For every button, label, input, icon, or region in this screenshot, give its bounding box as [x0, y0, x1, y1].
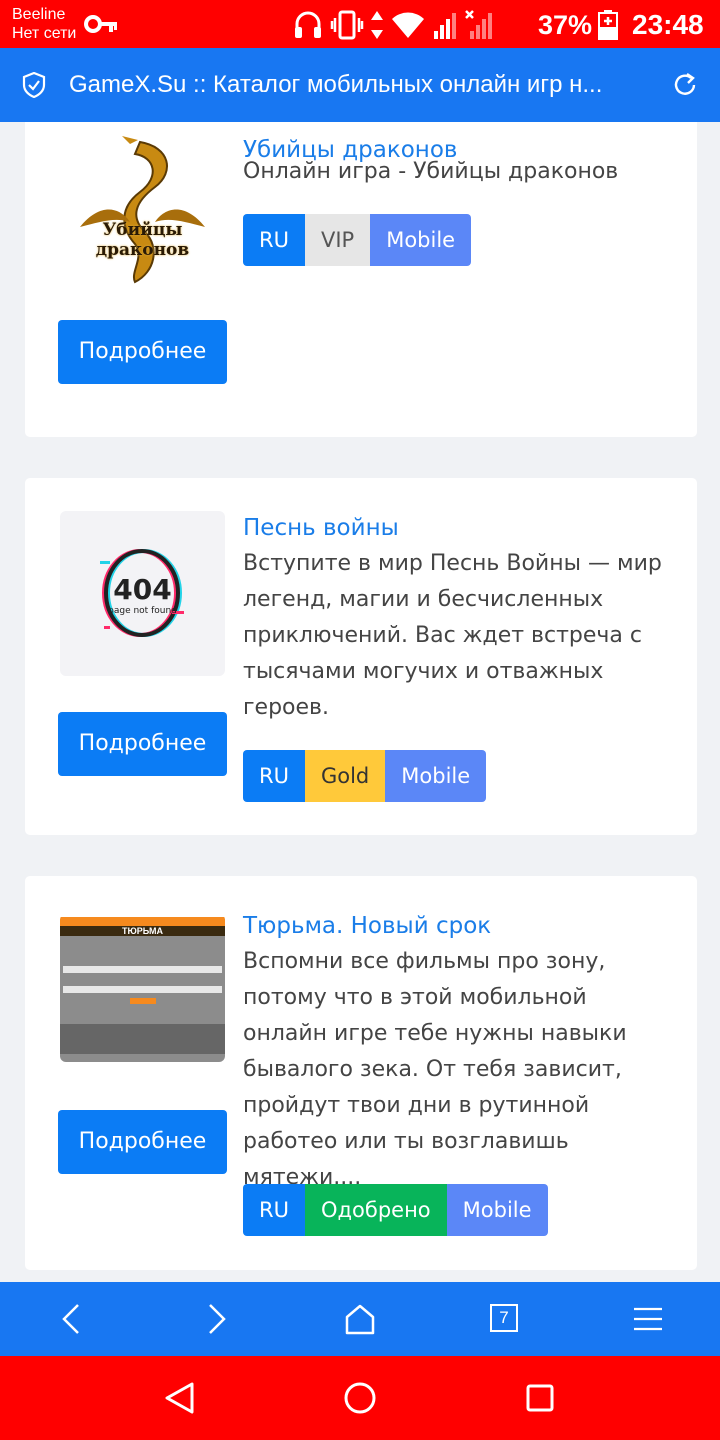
game-badges: RU Одобрено Mobile	[243, 1184, 548, 1236]
game-logo-text: Убийцы драконов	[95, 220, 190, 260]
screenshot-logo-text: ТЮРЬМА	[60, 926, 225, 936]
game-description: Онлайн игра - Убийцы драконов	[243, 159, 619, 184]
carrier-info: Beeline Нет сети	[12, 5, 76, 43]
screenshot-input	[63, 986, 222, 993]
badge-language: RU	[243, 1184, 305, 1236]
game-badges: RU VIP Mobile	[243, 214, 472, 266]
screenshot-input	[63, 966, 222, 973]
more-button[interactable]: Подробнее	[58, 320, 227, 384]
badge-gold: Gold	[304, 750, 386, 802]
menu-icon[interactable]	[630, 1301, 666, 1337]
game-card: Убийцы драконов Убийцы драконов Онлайн и…	[25, 122, 697, 437]
dragon-logo-icon	[80, 136, 205, 284]
game-logo-image[interactable]: 404 page not found	[60, 511, 225, 676]
recents-square-icon[interactable]	[523, 1381, 557, 1415]
badge-platform: Mobile	[446, 1184, 548, 1236]
back-triangle-icon[interactable]	[163, 1381, 197, 1415]
carrier-name: Beeline	[12, 6, 66, 23]
badge-approved: Одобрено	[304, 1184, 447, 1236]
badge-vip: VIP	[304, 214, 371, 266]
vibrate-icon	[330, 10, 364, 40]
error-subtext: page not found	[108, 606, 177, 616]
wifi-icon	[392, 12, 424, 39]
no-signal-icon	[465, 10, 492, 39]
badge-platform: Mobile	[370, 214, 472, 266]
carrier-status: Нет сети	[12, 25, 77, 42]
game-description: Вспомни все фильмы про зону, потому что …	[243, 949, 627, 1190]
key-icon	[84, 15, 117, 33]
forward-icon[interactable]	[198, 1301, 234, 1337]
screenshot-footer	[60, 1024, 225, 1054]
game-logo-image[interactable]: Убийцы драконов	[60, 132, 225, 297]
data-arrows-icon	[371, 11, 383, 39]
game-card: ТЮРЬМА Тюрьма. Новый срок Вспомни все фи…	[25, 876, 697, 1270]
game-title-link[interactable]: Песнь войны	[243, 514, 399, 542]
battery-charging-icon	[598, 10, 618, 40]
status-bar: Beeline Нет сети 37% 23:48	[0, 0, 720, 48]
clock: 23:48	[632, 9, 704, 40]
badge-language: RU	[243, 750, 305, 802]
badge-language: RU	[243, 214, 305, 266]
home-circle-icon[interactable]	[343, 1381, 377, 1415]
browser-bottom-nav: 7	[0, 1282, 720, 1356]
more-button[interactable]: Подробнее	[58, 1110, 227, 1174]
page-title[interactable]: GameX.Su :: Каталог мобильных онлайн игр…	[69, 70, 649, 100]
headphones-icon	[295, 11, 321, 38]
error-code-text: 404	[113, 573, 172, 606]
tab-count: 7	[499, 1308, 509, 1327]
reload-icon[interactable]	[672, 72, 698, 98]
game-card: 404 page not found Песнь войны Вступите …	[25, 478, 697, 835]
tabs-button[interactable]: 7	[490, 1304, 518, 1332]
screenshot-button	[130, 998, 156, 1004]
game-description: Вступите в мир Песнь Войны — мир легенд,…	[243, 551, 662, 720]
browser-toolbar: GameX.Su :: Каталог мобильных онлайн игр…	[0, 48, 720, 122]
more-button[interactable]: Подробнее	[58, 712, 227, 776]
status-icons	[292, 8, 494, 42]
game-screenshot-image[interactable]: ТЮРЬМА	[60, 914, 225, 1062]
badge-platform: Mobile	[385, 750, 487, 802]
game-badges: RU Gold Mobile	[243, 750, 487, 802]
battery-percent: 37%	[538, 10, 593, 40]
android-navigation-bar	[0, 1356, 720, 1440]
page-content[interactable]: Убийцы драконов Убийцы драконов Онлайн и…	[0, 122, 720, 1282]
signal-icon	[434, 13, 456, 39]
shield-icon[interactable]	[22, 72, 46, 98]
back-icon[interactable]	[54, 1301, 90, 1337]
home-icon[interactable]	[342, 1301, 378, 1337]
game-title-link[interactable]: Тюрьма. Новый срок	[243, 912, 491, 940]
